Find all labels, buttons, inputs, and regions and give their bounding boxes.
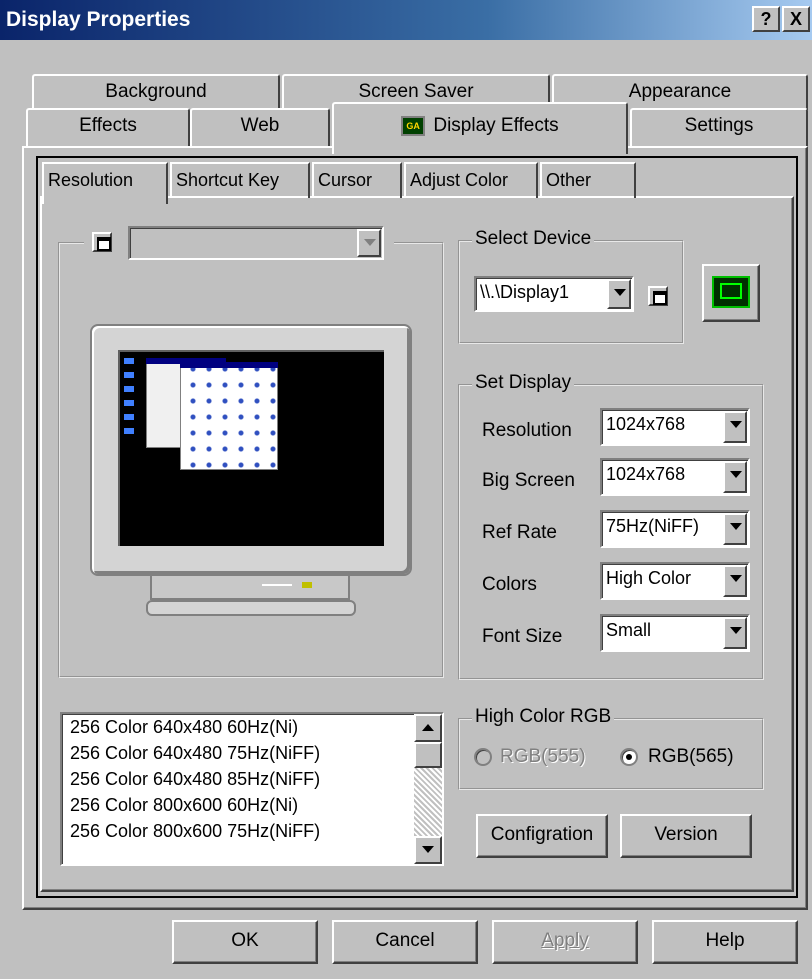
rgb565-label: RGB(565) <box>648 746 734 767</box>
arrow-down-icon <box>422 846 434 853</box>
colors-combo[interactable]: High Color <box>600 562 750 600</box>
list-item[interactable]: 256 Color 640x480 85Hz(NiFF) <box>62 766 442 792</box>
list-item[interactable]: 256 Color 800x600 60Hz(Ni) <box>62 792 442 818</box>
subtab-cursor[interactable]: Cursor <box>312 162 402 198</box>
chevron-down-icon[interactable] <box>723 617 747 649</box>
close-button[interactable]: X <box>782 6 810 32</box>
resolution-label: Resolution <box>482 420 572 441</box>
window-title: Display Properties <box>6 8 191 31</box>
chevron-down-icon[interactable] <box>723 513 747 545</box>
list-item[interactable]: 256 Color 640x480 75Hz(NiFF) <box>62 740 442 766</box>
list-item[interactable]: 256 Color 800x600 75Hz(NiFF) <box>62 818 442 844</box>
tab-effects[interactable]: Effects <box>26 108 190 146</box>
help-title-button[interactable]: ? <box>752 6 780 32</box>
device-combo-value: \\.\Display1 <box>480 282 570 302</box>
big-screen-combo[interactable]: 1024x768 <box>600 458 750 496</box>
cancel-button[interactable]: Cancel <box>332 920 478 964</box>
configuration-button[interactable]: Configration <box>476 814 608 858</box>
ok-button[interactable]: OK <box>172 920 318 964</box>
title-bar[interactable]: Display Properties ? X <box>0 0 812 40</box>
chevron-down-icon[interactable] <box>723 411 747 443</box>
colors-label: Colors <box>482 574 537 595</box>
font-size-value: Small <box>606 620 652 640</box>
resolution-combo[interactable]: 1024x768 <box>600 408 750 446</box>
list-scrollbar[interactable] <box>414 714 442 864</box>
display-effects-icon: GA <box>401 115 426 136</box>
subtab-adjust-color[interactable]: Adjust Color <box>404 162 538 198</box>
tab-settings[interactable]: Settings <box>630 108 808 146</box>
device-combo[interactable]: \\.\Display1 <box>474 276 634 312</box>
version-button[interactable]: Version <box>620 814 752 858</box>
high-color-rgb-label: High Color RGB <box>472 706 615 728</box>
device-toggle-button[interactable] <box>648 286 668 306</box>
ref-rate-combo[interactable]: 75Hz(NiFF) <box>600 510 750 548</box>
scroll-up-button[interactable] <box>414 714 442 742</box>
rgb565-radio[interactable] <box>620 748 638 766</box>
display-modes-list[interactable]: 256 Color 640x480 60Hz(Ni) 256 Color 640… <box>60 712 444 866</box>
monitor-illustration <box>90 324 414 620</box>
identify-display-button[interactable] <box>702 264 760 322</box>
chevron-down-icon[interactable] <box>723 565 747 597</box>
ref-rate-label: Ref Rate <box>482 522 557 543</box>
resolution-value: 1024x768 <box>606 414 686 434</box>
help-button[interactable]: Help <box>652 920 798 964</box>
font-size-label: Font Size <box>482 626 563 647</box>
ref-rate-value: 75Hz(NiFF) <box>606 516 699 536</box>
tab-web[interactable]: Web <box>190 108 330 146</box>
arrow-up-icon <box>422 724 434 731</box>
tab-display-effects-label: Display Effects <box>433 115 559 136</box>
monitor-screen <box>118 350 384 546</box>
set-display-label: Set Display <box>472 372 575 394</box>
big-screen-label: Big Screen <box>482 470 575 491</box>
list-item[interactable]: 256 Color 640x480 60Hz(Ni) <box>62 714 442 740</box>
tab-background[interactable]: Background <box>32 74 280 110</box>
big-screen-value: 1024x768 <box>606 464 686 484</box>
font-size-combo[interactable]: Small <box>600 614 750 652</box>
subtab-other[interactable]: Other <box>540 162 636 198</box>
monitor-combo[interactable] <box>128 226 384 260</box>
apply-button[interactable]: Apply <box>492 920 638 964</box>
chevron-down-icon[interactable] <box>607 279 631 309</box>
select-device-label: Select Device <box>472 228 595 250</box>
scroll-thumb[interactable] <box>414 742 442 768</box>
rgb555-radio[interactable] <box>474 748 492 766</box>
display-frame-icon <box>712 276 750 308</box>
scroll-down-button[interactable] <box>414 836 442 864</box>
rgb555-label: RGB(555) <box>500 746 586 767</box>
subtab-shortcut-key[interactable]: Shortcut Key <box>170 162 310 198</box>
subtab-resolution[interactable]: Resolution <box>42 162 168 204</box>
colors-value: High Color <box>606 568 692 588</box>
monitor-toggle-button[interactable] <box>92 232 112 252</box>
chevron-down-icon[interactable] <box>357 229 381 257</box>
chevron-down-icon[interactable] <box>723 461 747 493</box>
